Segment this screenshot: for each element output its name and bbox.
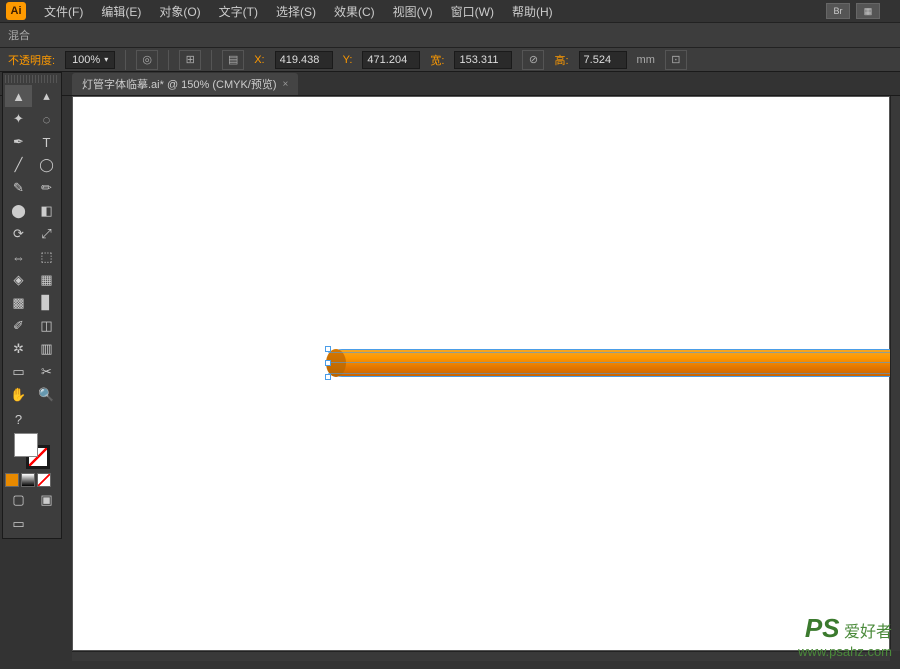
fill-color[interactable] — [14, 433, 38, 457]
paintbrush-tool[interactable]: ✎ — [5, 177, 32, 199]
style-icon[interactable]: ◎ — [136, 50, 158, 70]
direct-selection-tool[interactable]: ▴ — [33, 85, 60, 107]
selection-tool[interactable]: ▲ — [5, 85, 32, 107]
blob-brush-tool[interactable]: ⬤ — [5, 200, 32, 222]
watermark: PS 爱好者 www.psahz.com — [798, 613, 892, 659]
free-transform-tool[interactable]: ⬚ — [33, 246, 60, 268]
x-label: X: — [254, 54, 264, 66]
ellipse-tool[interactable]: ◯ — [33, 154, 60, 176]
menu-select[interactable]: 选择(S) — [268, 1, 324, 22]
selection-handle[interactable] — [325, 346, 331, 352]
y-input[interactable] — [362, 51, 420, 69]
guide-line — [328, 373, 900, 374]
gradient-tool[interactable]: ▊ — [33, 292, 60, 314]
vertical-scrollbar[interactable] — [890, 96, 900, 651]
h-input[interactable] — [579, 51, 627, 69]
control-bar: 不透明度: 100% ◎ ⊞ ▤ X: Y: 宽: ⊘ 高: mm ⊡ — [0, 48, 900, 72]
panel-grip[interactable] — [5, 75, 59, 83]
divider — [125, 50, 126, 70]
align-icon[interactable]: ▤ — [222, 50, 244, 70]
guide-line — [328, 352, 900, 353]
x-input[interactable] — [275, 51, 333, 69]
blend-tool[interactable]: ◫ — [33, 315, 60, 337]
screen-mode-normal[interactable]: ▢ — [5, 489, 32, 511]
pencil-tool[interactable]: ✏ — [33, 177, 60, 199]
watermark-ps: PS — [805, 613, 840, 643]
menu-file[interactable]: 文件(F) — [36, 1, 91, 22]
menu-help[interactable]: 帮助(H) — [504, 1, 561, 22]
unit-label: mm — [637, 54, 655, 66]
graph-tool[interactable]: ▥ — [33, 338, 60, 360]
blend-mode-label: 混合 — [8, 27, 30, 43]
opacity-dropdown[interactable]: 100% — [65, 51, 115, 69]
eyedropper-tool[interactable]: ✐ — [5, 315, 32, 337]
color-mode-row — [5, 471, 59, 489]
screen-mode-toggle[interactable]: ▭ — [5, 512, 32, 536]
magic-wand-tool[interactable]: ✦ — [5, 108, 32, 130]
menu-window[interactable]: 窗口(W) — [443, 1, 502, 22]
divider — [168, 50, 169, 70]
zoom-tool[interactable]: 🔍 — [33, 384, 60, 406]
canvas[interactable] — [72, 96, 890, 651]
selected-tube-shape[interactable] — [328, 349, 900, 377]
recolor-icon[interactable]: ⊞ — [179, 50, 201, 70]
selection-handle[interactable] — [325, 374, 331, 380]
toolbox: ▲ ▴ ✦ ◌ ✒ T ╱ ◯ ✎ ✏ ⬤ ◧ ⟳ ⤢ ⇔ ⬚ ◈ ▦ ▩ ▊ … — [2, 72, 62, 539]
scale-tool[interactable]: ⤢ — [33, 223, 60, 245]
y-label: Y: — [343, 54, 353, 66]
app-logo: Ai — [6, 2, 26, 20]
type-tool[interactable]: T — [33, 131, 60, 153]
perspective-tool[interactable]: ▦ — [33, 269, 60, 291]
opacity-label: 不透明度: — [8, 52, 55, 68]
w-input[interactable] — [454, 51, 512, 69]
divider — [211, 50, 212, 70]
constrain-icon[interactable]: ⊡ — [665, 50, 687, 70]
arrange-docs-button[interactable]: ▦ — [856, 3, 880, 19]
lasso-tool[interactable]: ◌ — [33, 108, 60, 130]
shape-builder-tool[interactable]: ◈ — [5, 269, 32, 291]
mesh-tool[interactable]: ▩ — [5, 292, 32, 314]
hand-tool[interactable]: ✋ — [5, 384, 32, 406]
artboard-tool[interactable]: ▭ — [5, 361, 32, 383]
line-tool[interactable]: ╱ — [5, 154, 32, 176]
help-tool[interactable]: ? — [5, 407, 32, 431]
options-bar: 混合 — [0, 22, 900, 48]
none-swatch[interactable] — [37, 473, 51, 487]
link-wh-icon[interactable]: ⊘ — [522, 50, 544, 70]
menu-edit[interactable]: 编辑(E) — [93, 1, 149, 22]
selection-handle[interactable] — [325, 360, 331, 366]
pen-tool[interactable]: ✒ — [5, 131, 32, 153]
color-swatch[interactable] — [5, 473, 19, 487]
watermark-text: 爱好者 — [844, 624, 892, 641]
horizontal-scrollbar[interactable] — [72, 651, 890, 661]
tab-title: 灯管字体临摹.ai* @ 150% (CMYK/预览) — [82, 76, 277, 92]
symbol-sprayer-tool[interactable]: ✲ — [5, 338, 32, 360]
menu-bar: Ai 文件(F) 编辑(E) 对象(O) 文字(T) 选择(S) 效果(C) 视… — [0, 0, 900, 22]
gradient-swatch[interactable] — [21, 473, 35, 487]
menu-effect[interactable]: 效果(C) — [326, 1, 383, 22]
rotate-tool[interactable]: ⟳ — [5, 223, 32, 245]
bridge-button[interactable]: Br — [826, 3, 850, 19]
tab-close-icon[interactable]: × — [283, 79, 289, 90]
width-tool[interactable]: ⇔ — [5, 246, 32, 268]
watermark-url: www.psahz.com — [798, 644, 892, 659]
eraser-tool[interactable]: ◧ — [33, 200, 60, 222]
guide-line — [328, 362, 900, 363]
menu-object[interactable]: 对象(O) — [151, 1, 208, 22]
document-tab[interactable]: 灯管字体临摹.ai* @ 150% (CMYK/预览) × — [72, 73, 298, 95]
menu-type[interactable]: 文字(T) — [211, 1, 266, 22]
fill-stroke-swatch[interactable] — [14, 433, 50, 469]
menu-view[interactable]: 视图(V) — [385, 1, 441, 22]
slice-tool[interactable]: ✂ — [33, 361, 60, 383]
document-tab-bar: 灯管字体临摹.ai* @ 150% (CMYK/预览) × — [0, 72, 900, 96]
screen-mode-full[interactable]: ▣ — [33, 489, 60, 511]
w-label: 宽: — [430, 52, 444, 68]
h-label: 高: — [554, 52, 568, 68]
